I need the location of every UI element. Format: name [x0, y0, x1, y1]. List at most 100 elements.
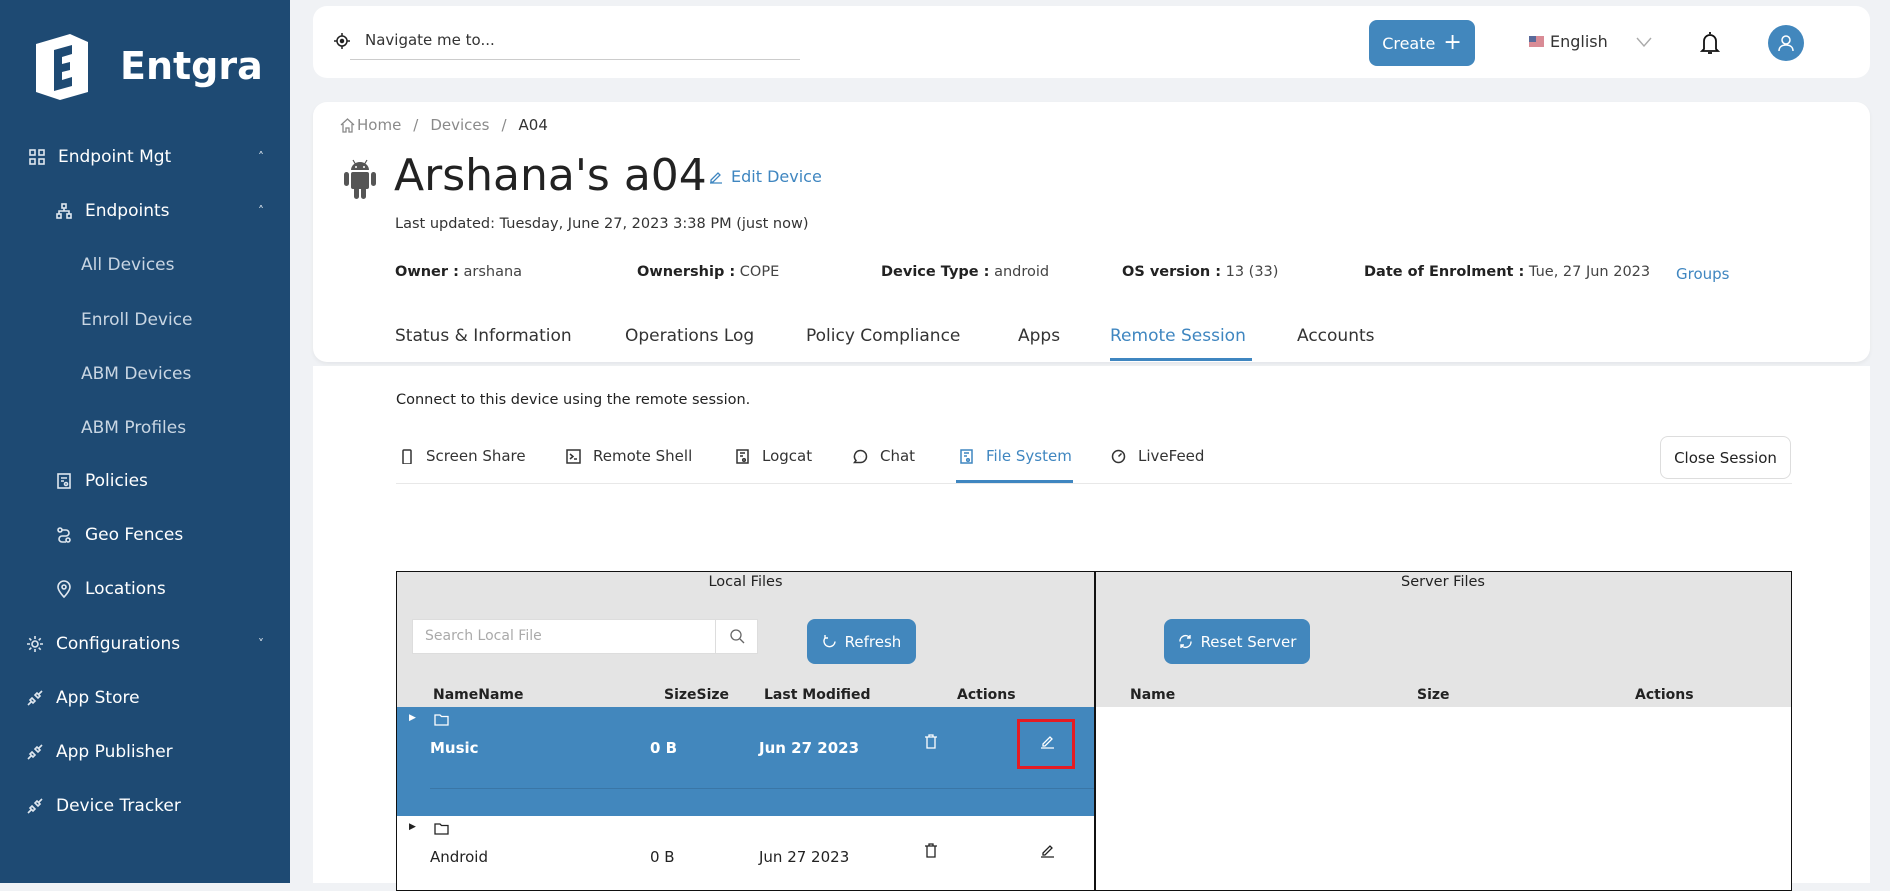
highlight-box [1017, 719, 1075, 769]
tab-policy-compliance[interactable]: Policy Compliance [806, 326, 960, 346]
reset-server-label: Reset Server [1200, 632, 1297, 651]
tab-status-information[interactable]: Status & Information [395, 326, 572, 346]
breadcrumb-separator: / [501, 116, 507, 134]
sidebar: Entgra ˄ Endpoint Mgt ˄ Endpoints All Device… [0, 0, 290, 883]
subtab-livefeed[interactable]: LiveFeed [1111, 447, 1204, 465]
breadcrumb-devices[interactable]: Devices [430, 116, 489, 134]
column-header: Actions [957, 687, 1016, 703]
tab-operations-log[interactable]: Operations Log [625, 326, 754, 346]
trash-icon[interactable] [924, 734, 938, 749]
subtab-file-system[interactable]: File System [959, 447, 1072, 465]
subtab-chat[interactable]: Chat [853, 447, 915, 465]
column-header[interactable]: SizeSize [664, 687, 729, 703]
last-updated: Last updated: Tuesday, June 27, 2023 3:3… [395, 216, 809, 232]
entgra-logo-icon [36, 34, 88, 100]
device-header-card [313, 102, 1870, 362]
sidebar-item-configurations[interactable]: Configurations [26, 634, 180, 654]
column-header[interactable]: Name [1130, 687, 1175, 703]
device-info-field: Date of Enrolment : Tue, 27 Jun 2023 [1364, 264, 1650, 280]
grid-icon [29, 149, 45, 165]
reset-server-button[interactable]: Reset Server [1164, 619, 1310, 664]
pencil-icon[interactable] [1040, 843, 1055, 858]
sidebar-item-endpoints[interactable]: Endpoints [55, 201, 170, 221]
groups-link[interactable]: Groups [1676, 265, 1729, 283]
plug-icon [27, 690, 43, 706]
file-row[interactable] [397, 707, 1094, 816]
terminal-icon [566, 448, 581, 464]
sidebar-item-label: Endpoint Mgt [58, 147, 172, 167]
sidebar-item-enroll-device[interactable]: Enroll Device [81, 310, 193, 330]
column-header[interactable]: Size [1417, 687, 1450, 703]
file-modified: Jun 27 2023 [759, 848, 850, 866]
edit-device-link[interactable]: Edit Device [709, 167, 822, 186]
search-button[interactable] [715, 620, 758, 653]
sidebar-item-device-tracker[interactable]: Device Tracker [26, 796, 181, 816]
tab-apps[interactable]: Apps [1018, 326, 1060, 346]
search-icon [729, 629, 744, 644]
subtab-label: Chat [880, 447, 916, 465]
file-name[interactable]: Music [430, 739, 479, 757]
info-label: OS version : [1122, 264, 1221, 280]
plug-icon [27, 798, 43, 814]
sidebar-item-app-publisher[interactable]: App Publisher [26, 742, 173, 762]
subtab-label: Logcat [762, 447, 813, 465]
folder-icon [434, 714, 449, 726]
tab-remote-session[interactable]: Remote Session [1110, 326, 1246, 346]
sidebar-item-locations[interactable]: Locations [55, 579, 166, 599]
trash-icon[interactable] [924, 843, 938, 858]
file-row[interactable] [397, 816, 1094, 886]
sidebar-item-label: App Store [56, 688, 140, 708]
navigate-input[interactable]: Navigate me to... [350, 28, 800, 60]
info-label: Owner : [395, 264, 459, 280]
subtab-screen-share[interactable]: Screen Share [399, 447, 526, 465]
create-button[interactable]: Create + [1369, 20, 1475, 66]
chevron-up-icon[interactable]: ˄ [258, 150, 264, 164]
expand-caret-icon[interactable]: ▶ [409, 822, 416, 832]
phone-icon [402, 448, 412, 464]
sidebar-item-abm-profiles[interactable]: ABM Profiles [81, 418, 186, 438]
subtab-logcat[interactable]: Logcat [735, 447, 812, 465]
location-pin-icon [57, 580, 71, 598]
column-header[interactable]: NameName [433, 687, 524, 703]
sidebar-item-abm-devices[interactable]: ABM Devices [81, 364, 191, 384]
sidebar-item-label: Enroll Device [81, 310, 193, 330]
sidebar-item-label: Endpoints [85, 201, 170, 221]
breadcrumb-separator: / [413, 116, 419, 134]
refresh-button[interactable]: Refresh [807, 619, 916, 664]
close-session-button[interactable]: Close Session [1660, 436, 1791, 479]
sidebar-item-endpoint-mgt[interactable]: Endpoint Mgt [28, 147, 171, 167]
sidebar-item-label: ABM Profiles [81, 418, 187, 438]
file-size: 0 B [650, 848, 675, 866]
expand-caret-icon[interactable]: ▶ [409, 713, 416, 723]
chevron-up-icon[interactable]: ˄ [258, 204, 264, 218]
search-local-file-input[interactable]: Search Local File [412, 619, 758, 654]
bell-icon[interactable] [1700, 30, 1720, 56]
sidebar-item-policies[interactable]: Policies [55, 471, 148, 491]
refresh-label: Refresh [844, 632, 902, 651]
breadcrumb-home-label: Home [357, 116, 402, 134]
pencil-icon [710, 171, 722, 184]
android-icon [344, 159, 376, 199]
policy-icon [57, 473, 71, 489]
sidebar-item-app-store[interactable]: App Store [26, 688, 140, 708]
logo[interactable]: Entgra [30, 30, 263, 102]
create-label: Create [1382, 33, 1436, 53]
tab-accounts[interactable]: Accounts [1297, 326, 1375, 346]
crosshair-icon [334, 33, 350, 49]
sidebar-item-geo-fences[interactable]: Geo Fences [55, 525, 183, 545]
row-divider [430, 788, 1094, 789]
user-icon [1778, 35, 1794, 52]
brand-name: Entgra [120, 44, 263, 88]
file-name[interactable]: Android [430, 848, 488, 866]
sidebar-item-all-devices[interactable]: All Devices [81, 255, 174, 275]
language-select[interactable]: English [1529, 32, 1652, 51]
active-tab-underline [1110, 358, 1252, 361]
breadcrumb-home[interactable]: Home [340, 116, 401, 134]
sidebar-item-label: All Devices [81, 255, 175, 275]
device-info-field: Device Type : android [881, 264, 1049, 280]
chevron-down-icon[interactable]: ˅ [258, 637, 264, 651]
home-icon [340, 117, 355, 133]
column-header[interactable]: Last Modified [764, 687, 871, 703]
avatar[interactable] [1768, 25, 1804, 61]
subtab-remote-shell[interactable]: Remote Shell [566, 447, 692, 465]
